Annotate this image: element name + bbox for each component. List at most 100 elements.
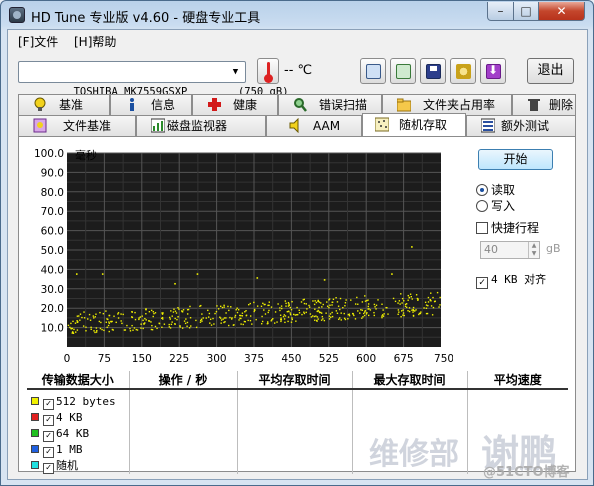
tab-benchmark[interactable]: 基准 bbox=[18, 94, 110, 115]
tab-health[interactable]: 健康 bbox=[192, 94, 278, 115]
minimize-button[interactable]: – bbox=[487, 2, 514, 21]
read-option[interactable]: 读取 bbox=[476, 181, 515, 198]
data-point bbox=[223, 306, 225, 308]
data-point bbox=[261, 322, 263, 325]
data-point bbox=[416, 297, 419, 300]
data-point bbox=[404, 305, 407, 308]
tab-folder-usage[interactable]: 文件夹占用率 bbox=[382, 94, 512, 115]
data-point bbox=[111, 328, 114, 331]
legend-swatch bbox=[31, 461, 39, 469]
copy-screenshot-button[interactable] bbox=[390, 58, 416, 84]
data-point bbox=[321, 315, 324, 318]
tab-aam[interactable]: AAM bbox=[266, 115, 362, 136]
data-point bbox=[381, 315, 383, 317]
data-point bbox=[415, 294, 418, 296]
save-button[interactable] bbox=[420, 58, 446, 84]
data-point bbox=[168, 323, 170, 326]
tab-extra-tests[interactable]: 额外测试 bbox=[466, 115, 576, 136]
results-table: 传输数据大小 操作 / 秒 平均存取时间 最大存取时间 平均速度 ✓ 512 by… bbox=[27, 371, 568, 474]
data-point bbox=[402, 314, 404, 316]
data-point bbox=[205, 317, 207, 319]
data-point bbox=[328, 298, 331, 300]
data-point bbox=[285, 302, 287, 305]
data-point bbox=[356, 296, 358, 299]
exit-button[interactable]: 退出 bbox=[527, 58, 574, 84]
spin-arrows-icon[interactable]: ▲ ▼ bbox=[528, 242, 539, 258]
title-bar[interactable]: HD Tune 专业版 v4.60 - 硬盘专业工具 – □ ✕ bbox=[1, 1, 593, 29]
align-4kb-checkbox[interactable]: ✓ bbox=[476, 277, 488, 289]
data-point bbox=[412, 314, 415, 317]
align-4kb-option[interactable]: ✓ 4 KB 对齐 bbox=[476, 271, 546, 289]
start-button[interactable]: 开始 bbox=[478, 149, 553, 170]
legend-checkbox[interactable]: ✓ bbox=[43, 415, 54, 426]
col-ops-per-sec: 操作 / 秒 bbox=[128, 371, 237, 390]
data-point bbox=[317, 318, 319, 320]
data-point bbox=[410, 296, 413, 298]
disk-monitor-icon bbox=[150, 118, 166, 133]
legend-swatch bbox=[31, 397, 39, 405]
legend-checkbox[interactable]: ✓ bbox=[43, 463, 54, 474]
data-point bbox=[381, 316, 383, 319]
tab-error-scan[interactable]: 错误扫描 bbox=[278, 94, 382, 115]
data-point bbox=[73, 328, 75, 331]
data-point bbox=[280, 305, 283, 307]
legend-checkbox[interactable]: ✓ bbox=[43, 399, 54, 410]
data-point bbox=[344, 305, 346, 307]
data-point bbox=[195, 326, 198, 329]
data-point bbox=[397, 313, 399, 316]
data-point bbox=[338, 318, 340, 321]
data-point bbox=[289, 313, 292, 316]
data-point bbox=[284, 300, 287, 302]
toolbar: TOSHIBA MK7559GSXP (750 gB) ▼ -- ℃ 退出 bbox=[8, 52, 587, 98]
quick-stroke-option[interactable]: 快捷行程 bbox=[476, 219, 539, 236]
data-point bbox=[261, 320, 264, 323]
data-point bbox=[296, 314, 298, 316]
data-point bbox=[76, 329, 79, 331]
data-point bbox=[185, 318, 187, 320]
data-point bbox=[168, 316, 171, 319]
menu-help[interactable]: [H]帮助 bbox=[74, 33, 116, 50]
data-point bbox=[225, 312, 227, 314]
menu-file[interactable]: [F]文件 bbox=[18, 33, 58, 50]
tab-file-benchmark[interactable]: 文件基准 bbox=[18, 115, 136, 136]
quick-stroke-size-input[interactable]: 40 ▲ ▼ bbox=[480, 241, 540, 259]
y-tick-label: 10.0 bbox=[41, 323, 64, 335]
data-point bbox=[325, 312, 327, 314]
speaker-icon bbox=[289, 117, 303, 134]
download-button[interactable] bbox=[480, 58, 506, 84]
options-button[interactable] bbox=[450, 58, 476, 84]
quick-stroke-checkbox[interactable] bbox=[476, 222, 488, 234]
data-point bbox=[217, 308, 220, 310]
tab-erase[interactable]: 删除 bbox=[512, 94, 576, 115]
legend-checkbox[interactable]: ✓ bbox=[43, 431, 54, 442]
data-point bbox=[345, 299, 347, 301]
data-point bbox=[427, 301, 430, 303]
data-point bbox=[182, 309, 185, 311]
tab-disk-monitor[interactable]: 磁盘监视器 bbox=[136, 115, 266, 136]
data-point bbox=[228, 309, 230, 312]
data-point bbox=[411, 309, 413, 311]
read-radio[interactable] bbox=[476, 184, 488, 196]
close-button[interactable]: ✕ bbox=[538, 2, 585, 21]
data-point bbox=[95, 331, 98, 333]
data-point bbox=[89, 319, 92, 321]
tab-random-access[interactable]: 随机存取 bbox=[362, 113, 466, 136]
client-area: [F]文件 [H]帮助 TOSHIBA MK7559GSXP (750 gB) … bbox=[7, 29, 588, 480]
data-point bbox=[120, 320, 122, 322]
chevron-down-icon[interactable]: ▼ bbox=[228, 64, 243, 80]
copy-text-button[interactable] bbox=[360, 58, 386, 84]
data-point bbox=[427, 304, 429, 307]
drive-select[interactable]: TOSHIBA MK7559GSXP (750 gB) ▼ bbox=[18, 61, 289, 98]
legend-checkbox[interactable]: ✓ bbox=[43, 447, 54, 458]
legend-swatch bbox=[31, 429, 39, 437]
data-point bbox=[381, 314, 384, 316]
tab-info[interactable]: 信息 bbox=[110, 94, 192, 115]
data-point bbox=[279, 309, 281, 312]
maximize-button[interactable]: □ bbox=[513, 2, 539, 21]
data-point bbox=[79, 319, 81, 321]
data-point bbox=[347, 313, 350, 316]
write-radio[interactable] bbox=[476, 200, 488, 212]
write-option[interactable]: 写入 bbox=[476, 197, 515, 214]
data-point bbox=[96, 329, 98, 332]
data-point bbox=[408, 310, 411, 313]
